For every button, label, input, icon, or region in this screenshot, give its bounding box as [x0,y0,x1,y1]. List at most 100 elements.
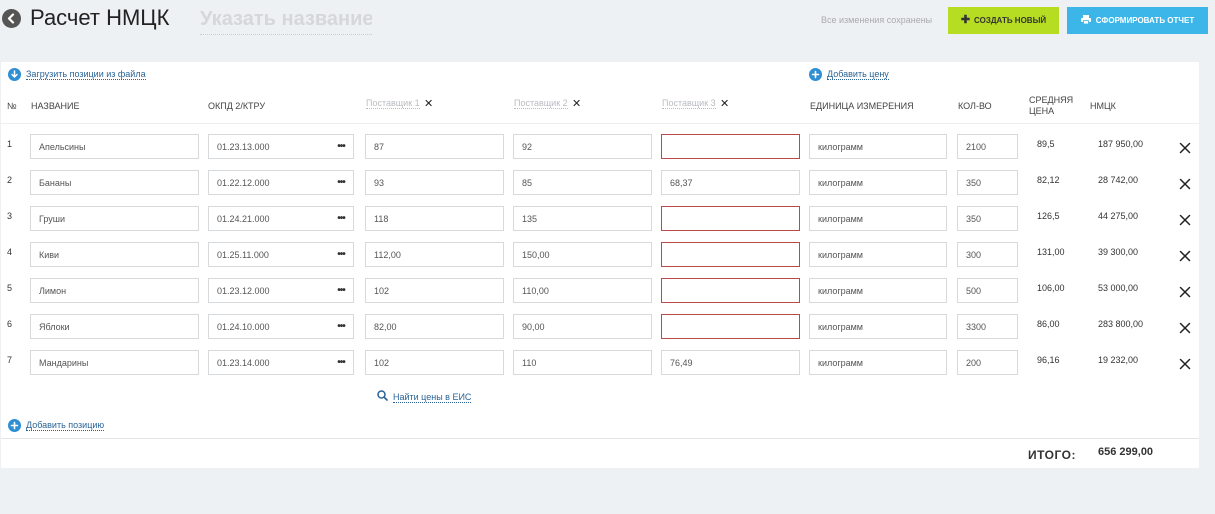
okpd-code-input[interactable]: 01.24.10.000 [208,314,330,339]
total-value: 656 299,00 [1098,446,1154,458]
quantity-input[interactable]: 300 [957,242,1018,267]
delete-row-icon[interactable] [1179,285,1191,298]
supplier-2-price-input[interactable]: 150,00 [513,242,652,267]
supplier-2-price-input[interactable]: 135 [513,206,652,231]
supplier-2-price-input[interactable]: 85 [513,170,652,195]
top-bar: Расчет НМЦК Все изменения сохранены ✚ СО… [0,0,1215,48]
supplier-2-price-input[interactable]: 90,00 [513,314,652,339]
unit-input[interactable]: килограмм [809,314,947,339]
add-position-link[interactable]: Добавить позицию [26,420,105,431]
okpd-picker-button[interactable]: ••• [329,278,354,303]
add-position-link-row[interactable]: Добавить позицию [8,419,105,432]
average-price-value: 96,16 [1037,355,1060,365]
unit-input[interactable]: килограмм [809,134,947,159]
col-header-num: № [7,101,17,111]
generate-report-button[interactable]: СФОРМИРОВАТЬ ОТЧЕТ [1067,7,1208,34]
quantity-input[interactable]: 2100 [957,134,1018,159]
back-arrow-icon[interactable] [2,9,21,28]
supplier-2-price-input[interactable]: 92 [513,134,652,159]
okpd-picker-button[interactable]: ••• [329,242,354,267]
row-number: 3 [7,211,13,221]
plus-circle-icon [809,68,822,81]
supplier-1-price-input[interactable]: 82,00 [365,314,504,339]
unit-input[interactable]: килограмм [809,170,947,195]
item-name-input[interactable]: Яблоки [30,314,199,339]
supplier-3-price-input[interactable] [661,242,800,267]
okpd-picker-button[interactable]: ••• [329,134,354,159]
quantity-input[interactable]: 3300 [957,314,1018,339]
supplier-2-price-input[interactable]: 110 [513,350,652,375]
add-price-link[interactable]: Добавить цену [827,69,889,80]
remove-supplier-2-icon[interactable]: ✕ [572,97,581,110]
delete-row-icon[interactable] [1179,141,1191,154]
delete-row-icon[interactable] [1179,249,1191,262]
supplier-1-price-input[interactable]: 93 [365,170,504,195]
okpd-picker-button[interactable]: ••• [329,314,354,339]
okpd-code-input[interactable]: 01.24.21.000 [208,206,330,231]
save-status: Все изменения сохранены [821,15,933,25]
item-name-input[interactable]: Апельсины [30,134,199,159]
supplier-1-price-input[interactable]: 87 [365,134,504,159]
col-header-avg-line2: ЦЕНА [1029,106,1055,116]
item-name-input[interactable]: Лимон [30,278,199,303]
col-header-supplier-2[interactable]: Поставщик 2 [514,98,568,109]
quantity-input[interactable]: 500 [957,278,1018,303]
add-price-link-row[interactable]: Добавить цену [809,68,889,81]
download-icon [8,68,21,81]
supplier-1-price-input[interactable]: 102 [365,278,504,303]
create-new-button[interactable]: ✚ СОЗДАТЬ НОВЫЙ [948,7,1059,34]
find-prices-link[interactable]: Найти цены в ЕИС [393,392,472,403]
item-name-input[interactable]: Мандарины [30,350,199,375]
supplier-1-price-input[interactable]: 118 [365,206,504,231]
item-name-input[interactable]: Груши [30,206,199,231]
okpd-code-input[interactable]: 01.25.11.000 [208,242,330,267]
ellipsis-icon: ••• [337,213,345,224]
quantity-input[interactable]: 350 [957,206,1018,231]
generate-report-label: СФОРМИРОВАТЬ ОТЧЕТ [1095,16,1195,25]
delete-row-icon[interactable] [1179,213,1191,226]
nmck-value: 283 800,00 [1098,319,1144,329]
supplier-2-price-input[interactable]: 110,00 [513,278,652,303]
average-price-value: 89,5 [1037,139,1055,149]
unit-input[interactable]: килограмм [809,242,947,267]
supplier-3-price-input[interactable] [661,134,800,159]
calculation-name-input[interactable] [200,5,372,35]
okpd-code-input[interactable]: 01.23.14.000 [208,350,330,375]
okpd-code-input[interactable]: 01.23.12.000 [208,278,330,303]
supplier-3-price-input[interactable]: 76,49 [661,350,800,375]
col-header-supplier-1[interactable]: Поставщик 1 [366,98,420,109]
quantity-input[interactable]: 200 [957,350,1018,375]
ellipsis-icon: ••• [337,321,345,332]
row-number: 4 [7,247,13,257]
item-name-input[interactable]: Бананы [30,170,199,195]
delete-row-icon[interactable] [1179,357,1191,370]
upload-file-link-row[interactable]: Загрузить позиции из файла [8,68,146,81]
okpd-picker-button[interactable]: ••• [329,206,354,231]
item-name-input[interactable]: Киви [30,242,199,267]
unit-input[interactable]: килограмм [809,278,947,303]
supplier-3-price-input[interactable]: 68,37 [661,170,800,195]
ellipsis-icon: ••• [337,285,345,296]
delete-row-icon[interactable] [1179,177,1191,190]
okpd-picker-button[interactable]: ••• [329,350,354,375]
quantity-input[interactable]: 350 [957,170,1018,195]
supplier-3-price-input[interactable] [661,206,800,231]
col-header-supplier-3[interactable]: Поставщик 3 [662,98,716,109]
remove-supplier-3-icon[interactable]: ✕ [720,97,729,110]
delete-row-icon[interactable] [1179,321,1191,334]
row-number: 7 [7,355,13,365]
unit-input[interactable]: килограмм [809,206,947,231]
col-header-okpd: ОКПД 2/КТРУ [208,101,266,111]
supplier-3-price-input[interactable] [661,278,800,303]
col-header-avg-line1: СРЕДНЯЯ [1029,95,1074,105]
unit-input[interactable]: килограмм [809,350,947,375]
remove-supplier-1-icon[interactable]: ✕ [424,97,433,110]
okpd-picker-button[interactable]: ••• [329,170,354,195]
find-prices-link-row[interactable]: Найти цены в ЕИС [377,388,472,406]
supplier-3-price-input[interactable] [661,314,800,339]
okpd-code-input[interactable]: 01.23.13.000 [208,134,330,159]
okpd-code-input[interactable]: 01.22.12.000 [208,170,330,195]
supplier-1-price-input[interactable]: 102 [365,350,504,375]
supplier-1-price-input[interactable]: 112,00 [365,242,504,267]
upload-file-link[interactable]: Загрузить позиции из файла [26,69,146,80]
